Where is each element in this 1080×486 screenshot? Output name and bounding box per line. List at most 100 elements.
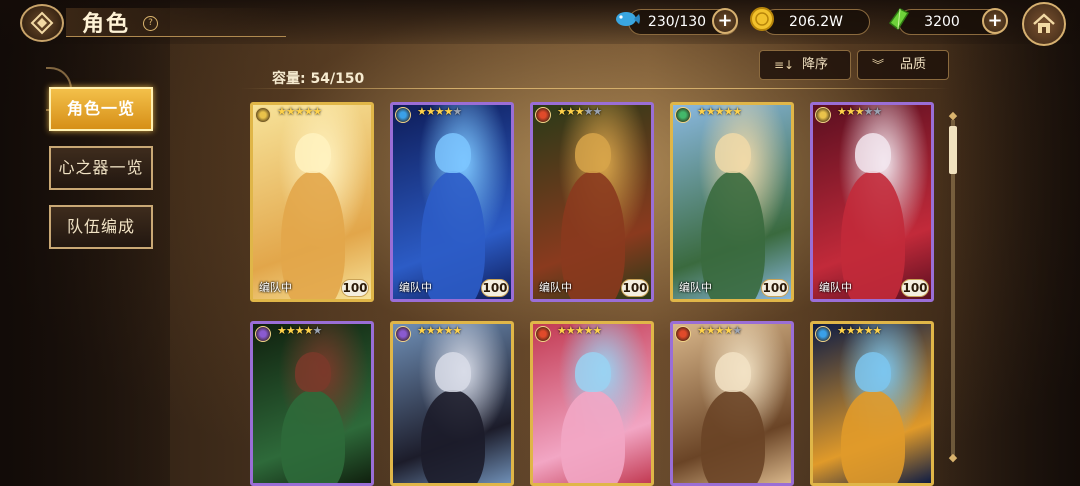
character-card[interactable]: ★★★★★ (670, 321, 794, 486)
star-filled-icon: ★ (872, 324, 883, 337)
character-head-shape (435, 133, 471, 173)
level-badge: 100 (341, 279, 369, 297)
scroll-down-cap[interactable]: ◆ (945, 452, 961, 464)
star-filled-icon: ★ (565, 324, 576, 337)
add-gem-button[interactable]: + (982, 8, 1008, 34)
character-card[interactable]: ★★★★★ (810, 321, 934, 486)
sidebar-item-team-formation[interactable]: 队伍编成 (49, 205, 153, 249)
character-body-shape (701, 390, 765, 483)
star-empty-icon: ★ (583, 105, 594, 118)
character-card[interactable]: ★★★★★ 编队中 100 (390, 102, 514, 302)
capacity-label: 容量: 54/150 (272, 71, 365, 87)
character-head-shape (295, 133, 331, 173)
star-filled-icon: ★ (425, 105, 436, 118)
home-icon (1033, 13, 1055, 33)
in-team-tag: 编队中 (259, 281, 292, 294)
character-body-shape (841, 390, 905, 483)
star-filled-icon: ★ (434, 324, 445, 337)
character-head-shape (715, 352, 751, 392)
star-filled-icon: ★ (425, 324, 436, 337)
character-head-shape (295, 352, 331, 392)
add-stamina-button[interactable]: + (712, 8, 738, 34)
rarity-stars: ★★★★★ (837, 105, 883, 118)
sort-order-label: 降序 (801, 57, 828, 72)
star-filled-icon: ★ (837, 324, 847, 337)
back-arrow-icon (30, 11, 54, 35)
star-filled-icon: ★ (443, 324, 454, 337)
in-team-tag: 编队中 (819, 281, 852, 294)
star-filled-icon: ★ (294, 324, 305, 337)
star-filled-icon: ★ (714, 105, 725, 118)
quality-filter-button[interactable]: ︾ 品质 (857, 50, 949, 80)
character-card[interactable]: ★★★★★ 编队中 100 (250, 102, 374, 302)
character-head-shape (435, 352, 471, 392)
star-filled-icon: ★ (592, 324, 603, 337)
character-portrait (673, 105, 791, 299)
rarity-stars: ★★★★★ (697, 324, 742, 337)
rarity-stars: ★★★★★ (277, 105, 323, 118)
star-filled-icon: ★ (277, 324, 287, 337)
character-body-shape (281, 390, 345, 483)
character-card[interactable]: ★★★★★ 编队中 100 (530, 102, 654, 302)
sort-order-button[interactable]: ≡↓ 降序 (759, 50, 851, 80)
character-portrait (673, 324, 791, 483)
filter-chevron-icon: ︾ (872, 58, 885, 72)
character-body-shape (421, 390, 485, 483)
quality-filter-label: 品质 (899, 57, 926, 72)
in-team-tag: 编队中 (539, 281, 572, 294)
star-filled-icon: ★ (854, 324, 865, 337)
level-badge: 100 (481, 279, 509, 297)
star-filled-icon: ★ (705, 105, 716, 118)
character-card[interactable]: ★★★★★ (390, 321, 514, 486)
star-filled-icon: ★ (303, 324, 314, 337)
sort-order-icon: ≡↓ (774, 58, 795, 72)
home-button[interactable] (1022, 2, 1066, 46)
header-divider (240, 88, 950, 89)
star-filled-icon: ★ (303, 105, 314, 118)
star-filled-icon: ★ (443, 105, 454, 118)
character-card[interactable]: ★★★★★ (250, 321, 374, 486)
character-head-shape (855, 352, 891, 392)
stamina-value: 230/130 (647, 14, 707, 30)
help-icon[interactable]: ? (143, 16, 158, 31)
dark-element-icon (395, 326, 411, 342)
star-filled-icon: ★ (845, 105, 856, 118)
character-portrait (533, 324, 651, 483)
rarity-stars: ★★★★★ (557, 105, 602, 118)
character-portrait (813, 324, 931, 483)
character-head-shape (855, 133, 891, 173)
star-filled-icon: ★ (837, 105, 847, 118)
character-card[interactable]: ★★★★★ (530, 321, 654, 486)
fire-element-icon (535, 326, 551, 342)
character-card[interactable]: ★★★★★ 编队中 100 (670, 102, 794, 302)
character-card[interactable]: ★★★★★ 编队中 100 (810, 102, 934, 302)
sidebar-item-character-list[interactable]: 角色一览 (49, 87, 153, 131)
star-empty-icon: ★ (863, 105, 874, 118)
star-filled-icon: ★ (697, 324, 707, 337)
green-gem-icon (888, 8, 910, 31)
sidebar-item-heart-vessel-list[interactable]: 心之器一览 (49, 146, 153, 190)
star-filled-icon: ★ (732, 105, 743, 118)
star-filled-icon: ★ (285, 324, 296, 337)
fire-element-icon (535, 107, 551, 123)
light-element-icon (255, 107, 271, 123)
back-button[interactable] (20, 4, 64, 42)
water-element-icon (815, 326, 831, 342)
star-filled-icon: ★ (574, 324, 585, 337)
rarity-stars: ★★★★★ (417, 105, 462, 118)
star-filled-icon: ★ (557, 324, 567, 337)
character-portrait (253, 105, 371, 299)
star-filled-icon: ★ (705, 324, 716, 337)
star-filled-icon: ★ (583, 324, 594, 337)
gem-value: 3200 (924, 14, 960, 30)
star-filled-icon: ★ (845, 324, 856, 337)
character-portrait (253, 324, 371, 483)
rarity-stars: ★★★★★ (837, 324, 883, 337)
star-filled-icon: ★ (312, 105, 323, 118)
rarity-stars: ★★★★★ (557, 324, 603, 337)
star-filled-icon: ★ (285, 105, 296, 118)
character-head-shape (715, 133, 751, 173)
scrollbar-thumb[interactable] (949, 126, 957, 174)
star-filled-icon: ★ (723, 324, 734, 337)
star-empty-icon: ★ (872, 105, 883, 118)
